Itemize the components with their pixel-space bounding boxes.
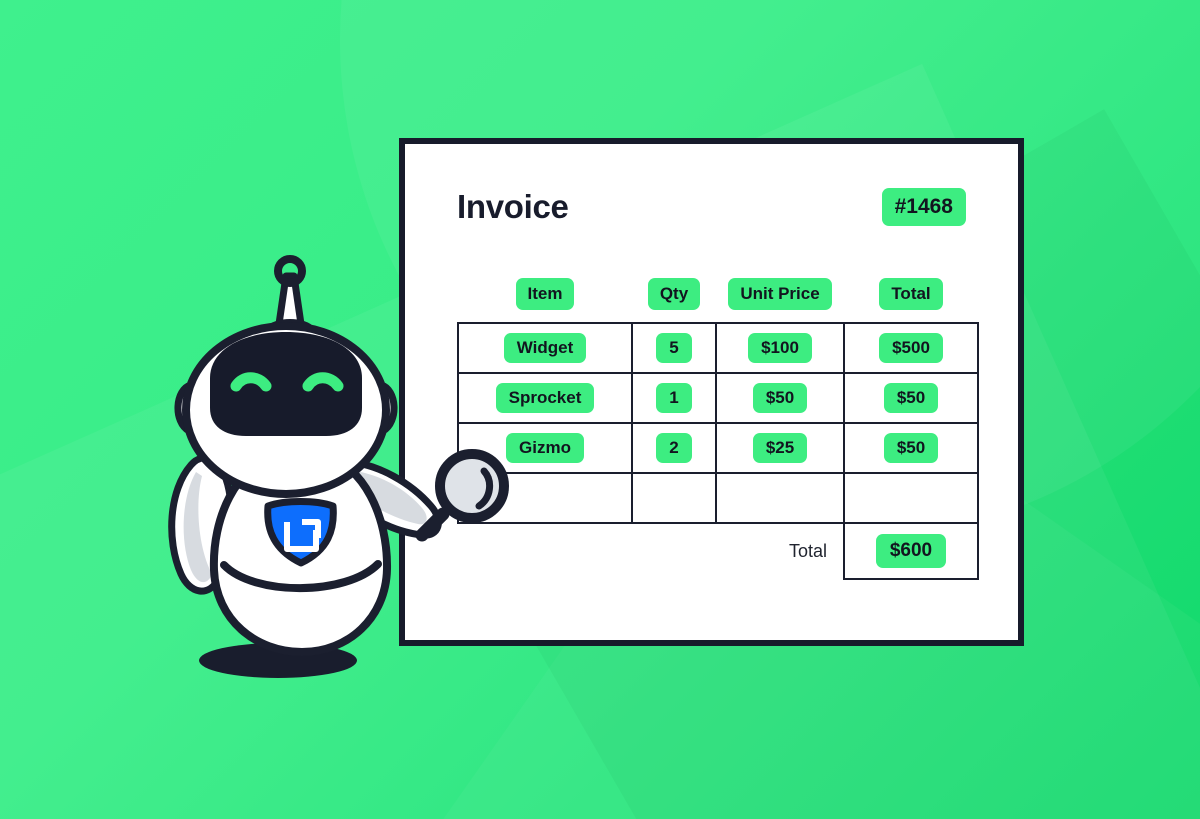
cell-total-value: $50 — [883, 433, 939, 463]
column-header-total-label: Total — [879, 278, 943, 310]
cell-qty-value: 5 — [656, 333, 692, 363]
cell-unit-price-value: $100 — [748, 333, 812, 363]
cell-qty: 5 — [631, 322, 717, 374]
cell-total: $50 — [843, 422, 979, 474]
table-row-empty — [457, 472, 979, 524]
table-row: Sprocket 1 $50 $50 — [457, 372, 979, 424]
table-footer: Total $600 — [458, 522, 979, 580]
cell-qty-value: 2 — [656, 433, 692, 463]
column-header-qty: Qty — [632, 278, 716, 323]
cell-total-value: $500 — [879, 333, 943, 363]
cell-item-value: Gizmo — [506, 433, 584, 463]
table-header: Item Qty Unit Price Total — [458, 278, 978, 323]
cell-qty: 2 — [631, 422, 717, 474]
table-row: Gizmo 2 $25 $50 — [457, 422, 979, 474]
cell-qty-empty — [631, 472, 717, 524]
table-body: Widget 5 $100 $500 Sprocket 1 $50 $50 Gi… — [457, 322, 979, 524]
cell-unit-price: $100 — [715, 322, 845, 374]
cell-item-value: Sprocket — [495, 383, 595, 413]
cell-total: $50 — [843, 372, 979, 424]
cell-qty: 1 — [631, 372, 717, 424]
invoice-line-items-table: Item Qty Unit Price Total Widget 5 $100 … — [457, 278, 979, 580]
scene-background: Invoice #1468 Item Qty Unit Price Total … — [0, 0, 1200, 819]
cell-unit-price: $50 — [715, 372, 845, 424]
antenna-icon — [264, 255, 316, 334]
cell-qty-value: 1 — [656, 383, 692, 413]
grand-total-value: $600 — [875, 534, 947, 568]
cell-unit-price-empty — [715, 472, 845, 524]
cell-total-empty — [843, 472, 979, 524]
cell-unit-price-value: $50 — [752, 383, 808, 413]
invoice-header: Invoice #1468 — [457, 184, 966, 230]
column-header-total: Total — [844, 278, 978, 323]
magnifying-glass-icon — [415, 449, 509, 542]
grand-total-label: Total — [788, 541, 827, 561]
robot-head — [182, 322, 390, 498]
invoice-assistant-robot — [150, 255, 510, 678]
cell-unit-price-value: $25 — [752, 433, 808, 463]
column-header-item-label: Item — [515, 278, 575, 310]
table-row: Widget 5 $100 $500 — [457, 322, 979, 374]
invoice-title: Invoice — [457, 188, 569, 225]
cell-total-value: $50 — [883, 383, 939, 413]
invoice-number-badge: #1468 — [881, 188, 966, 226]
column-header-qty-label: Qty — [647, 278, 701, 310]
grand-total-cell: $600 — [843, 522, 979, 580]
cell-item-value: Widget — [503, 333, 587, 363]
grand-total-row: Total $600 — [458, 522, 979, 580]
cell-total: $500 — [843, 322, 979, 374]
table-header-row: Item Qty Unit Price Total — [458, 278, 978, 323]
cell-unit-price: $25 — [715, 422, 845, 474]
column-header-unit-price-label: Unit Price — [728, 278, 832, 310]
column-header-unit-price: Unit Price — [716, 278, 844, 323]
footer-spacer-qty — [632, 523, 716, 579]
